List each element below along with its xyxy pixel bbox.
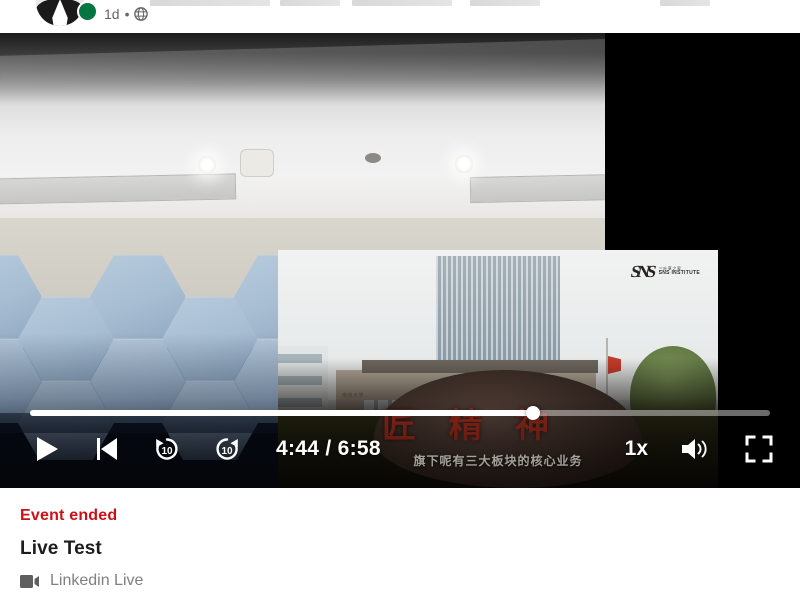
forward-10-icon: 10 (216, 438, 238, 460)
controls-right-group: 1x (625, 432, 776, 466)
play-button[interactable] (30, 432, 64, 466)
skip-previous-icon (97, 438, 117, 460)
rewind-10-button[interactable]: 10 (150, 432, 184, 466)
linkedin-live-video-post: 1d • SNS 三叶草之家 SNS INSTITUTE 10 10 4:44 … (0, 0, 800, 600)
progress-bar[interactable] (30, 406, 770, 420)
watermark-english: SNS INSTITUTE (658, 270, 700, 277)
video-camera-icon (20, 574, 41, 589)
play-icon (37, 437, 58, 461)
skip-to-start-button[interactable] (90, 432, 124, 466)
watermark-logo-mark: SNS (629, 262, 656, 281)
truncated-action (660, 0, 710, 6)
event-info-footer: Event ended Live Test Linkedin Live (0, 488, 800, 600)
post-meta: 1d • (104, 6, 149, 22)
truncated-followers (470, 0, 540, 6)
event-type-label: Linkedin Live (50, 572, 144, 589)
smoke-detector (365, 153, 381, 163)
post-time-ago: 1d (104, 6, 120, 22)
volume-icon (682, 439, 707, 459)
ceiling-sensor (240, 149, 274, 177)
ceiling-spotlight-right (455, 155, 473, 173)
truncated-author-meta (280, 0, 340, 6)
sns-institute-watermark: SNS 三叶草之家 SNS INSTITUTE (629, 262, 700, 282)
rewind-10-icon: 10 (156, 438, 178, 460)
status-badge: Event ended (20, 507, 118, 524)
time-display: 4:44 / 6:58 (276, 437, 381, 460)
event-title: Live Test (20, 538, 102, 559)
fullscreen-button[interactable] (742, 432, 776, 466)
video-controls-bar: 10 10 4:44 / 6:58 1x (0, 398, 800, 488)
globe-icon (134, 7, 149, 21)
controls-left-group: 10 10 4:44 / 6:58 (30, 432, 381, 466)
truncated-author-headline (352, 0, 452, 6)
truncated-author-name (150, 0, 270, 6)
ceiling (0, 33, 605, 233)
post-header: 1d • (0, 0, 800, 33)
video-player[interactable]: 南京大学 匠 精 神 旗下呢有三大板块的核心业务 SNS 三叶草之家 SNS I… (0, 33, 800, 488)
ceiling-spotlight-left (198, 156, 216, 174)
ceiling-vent-right (469, 172, 605, 204)
event-type-row: Linkedin Live (20, 572, 143, 590)
volume-button[interactable] (678, 432, 712, 466)
playback-speed-button[interactable]: 1x (625, 437, 648, 461)
progress-fill (30, 410, 534, 416)
live-status-dot-icon (77, 1, 98, 22)
ceiling-vent-left (0, 173, 237, 205)
fullscreen-icon (745, 435, 773, 463)
forward-10-button[interactable]: 10 (210, 432, 244, 466)
svg-text:10: 10 (161, 446, 173, 457)
meta-separator: • (124, 6, 130, 22)
svg-text:10: 10 (221, 446, 233, 457)
progress-handle[interactable] (526, 406, 541, 420)
